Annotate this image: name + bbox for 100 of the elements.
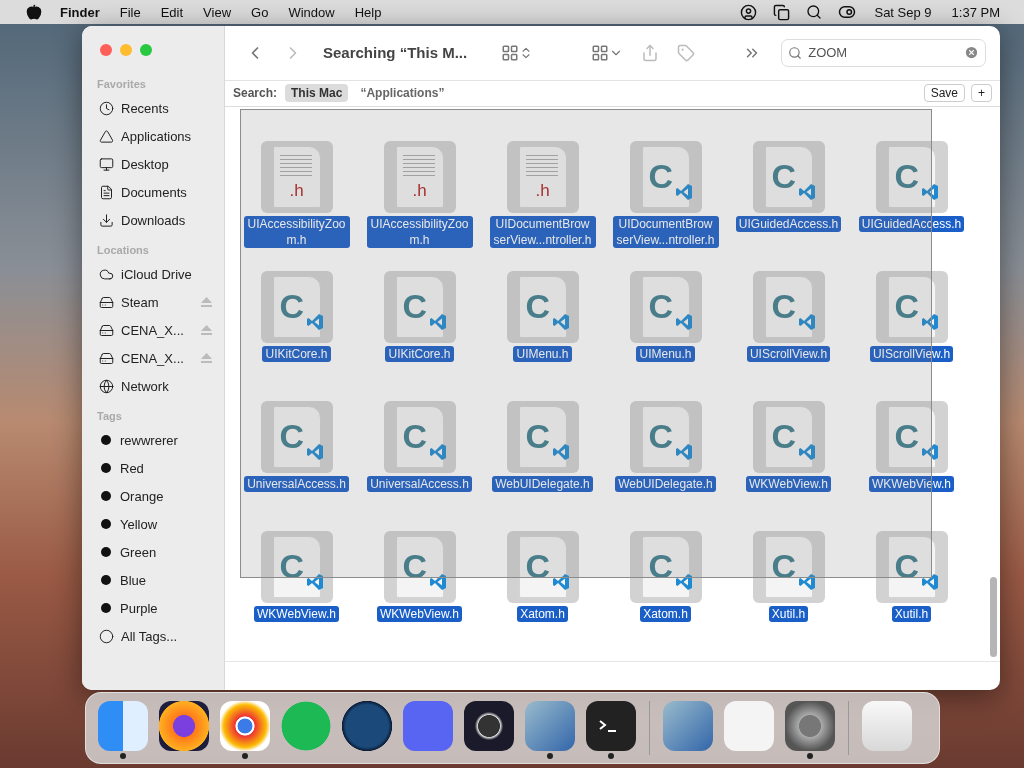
share-icon[interactable] [641, 43, 660, 62]
add-button[interactable]: + [971, 84, 992, 103]
file-icon[interactable]: .h [260, 141, 333, 214]
control-center-icon[interactable] [838, 3, 857, 21]
file-icon[interactable]: C [752, 401, 825, 474]
file-name[interactable]: UIAccessibilityZoom.h [243, 216, 350, 249]
menu-item[interactable]: Window [278, 4, 345, 20]
file-icon[interactable]: C [629, 401, 702, 474]
file-icon[interactable]: C [506, 531, 579, 604]
file-name[interactable]: UIScrollView.h [746, 346, 831, 363]
file-icon[interactable]: C [629, 141, 702, 214]
file-name[interactable]: WKWebView.h [869, 476, 954, 493]
file-name[interactable]: WebUIDelegate.h [492, 476, 593, 493]
sidebar-item[interactable]: Desktop [92, 150, 218, 178]
file-icon[interactable]: C [629, 531, 702, 604]
user-icon[interactable] [740, 3, 758, 21]
file-icon[interactable]: C [629, 271, 702, 344]
search-icon[interactable] [806, 4, 823, 20]
zoom-button[interactable] [140, 44, 152, 56]
file-name[interactable]: UIDocumentBrowserView...ntroller.h [612, 216, 719, 249]
file-name[interactable]: UIAccessibilityZoom.h [366, 216, 473, 249]
app-icon[interactable] [785, 701, 835, 751]
grid-view-icon[interactable] [501, 43, 520, 62]
file-icon[interactable]: C [752, 531, 825, 604]
file-name[interactable]: UIMenu.h [513, 346, 572, 363]
file-icon[interactable]: C [875, 271, 948, 344]
group-icon[interactable] [591, 43, 610, 62]
menu-date[interactable]: Sat Sep 9 [864, 4, 942, 20]
file-name[interactable]: Xutil.h [768, 606, 809, 623]
sidebar-item[interactable]: Blue [92, 566, 218, 594]
sidebar-item[interactable]: Applications [92, 122, 218, 150]
file-name[interactable]: UIMenu.h [636, 346, 695, 363]
sidebar-item[interactable]: Red [92, 454, 218, 482]
clear-icon[interactable] [964, 45, 979, 61]
sidebar-item[interactable]: CENA_X... [92, 344, 218, 372]
app-icon[interactable] [342, 701, 392, 751]
sidebar-item[interactable]: Network [92, 372, 218, 400]
apple-icon[interactable] [26, 4, 42, 20]
menu-clock[interactable]: 1:37 PM [941, 4, 1010, 20]
file-name[interactable]: UIScrollView.h [869, 346, 954, 363]
menu-item[interactable]: View [193, 4, 242, 20]
code-badge-icon [797, 183, 816, 202]
file-icon[interactable]: C [383, 271, 456, 344]
sidebar-item[interactable]: Recents [92, 94, 218, 122]
search-field[interactable]: ZOOM [781, 38, 986, 67]
sidebar-item[interactable]: CENA_X... [92, 316, 218, 344]
file-name[interactable]: WKWebView.h [377, 606, 462, 623]
sidebar-item[interactable]: rewwrerer [92, 426, 218, 454]
file-name[interactable]: UniversalAccess.h [244, 476, 349, 493]
file-icon[interactable]: C [506, 271, 579, 344]
file-name[interactable]: WebUIDelegate.h [615, 476, 716, 493]
file-name[interactable]: WKWebView.h [254, 606, 339, 623]
file-icon[interactable]: C [260, 401, 333, 474]
sidebar-item[interactable]: All Tags... [92, 622, 218, 650]
scope-tab[interactable]: This Mac [285, 84, 349, 103]
sidebar-item[interactable]: Green [92, 538, 218, 566]
sidebar-item[interactable]: Documents [92, 178, 218, 206]
tag-icon[interactable] [677, 43, 696, 62]
file-icon[interactable]: C [260, 271, 333, 344]
file-name[interactable]: UIDocumentBrowserView...ntroller.h [489, 216, 596, 249]
app-menu[interactable]: Finder [50, 4, 110, 20]
sidebar-item[interactable]: Orange [92, 482, 218, 510]
file-icon[interactable]: C [875, 141, 948, 214]
app-icon[interactable] [464, 701, 514, 751]
file-icon[interactable]: C [260, 531, 333, 604]
file-icon[interactable]: C [383, 531, 456, 604]
menu-item[interactable]: Go [241, 4, 279, 20]
file-icon[interactable]: C [752, 271, 825, 344]
file-name[interactable]: UIGuidedAccess.h [735, 216, 842, 233]
file-name[interactable]: WKWebView.h [746, 476, 831, 493]
sidebar-item[interactable]: Downloads [92, 206, 218, 234]
file-icon[interactable]: .h [383, 141, 456, 214]
sidebar-item[interactable]: Purple [92, 594, 218, 622]
sidebar-item[interactable]: iCloud Drive [92, 260, 218, 288]
file-name[interactable]: UniversalAccess.h [367, 476, 472, 493]
menu-item[interactable]: Help [344, 4, 392, 20]
close-button[interactable] [100, 44, 112, 56]
app-icon[interactable] [586, 701, 636, 751]
sidebar-item[interactable]: Steam [92, 288, 218, 316]
save-button[interactable]: Save [923, 84, 965, 103]
app-icon[interactable] [220, 701, 270, 751]
app-icon[interactable] [159, 701, 209, 751]
file-name[interactable]: Xutil.h [891, 606, 932, 623]
scrollbar[interactable] [990, 577, 997, 658]
file-name[interactable]: UIKitCore.h [385, 346, 454, 363]
sidebar-item[interactable]: Yellow [92, 510, 218, 538]
file-name[interactable]: UIGuidedAccess.h [858, 216, 965, 233]
file-icon[interactable]: C [383, 401, 456, 474]
file-icon[interactable]: C [752, 141, 825, 214]
menu-item[interactable]: File [109, 4, 151, 20]
file-icon[interactable]: C [875, 531, 948, 604]
scope-tab[interactable]: “Applications” [354, 84, 451, 103]
file-name[interactable]: UIKitCore.h [262, 346, 331, 363]
windows-icon[interactable] [773, 3, 791, 21]
menu-item[interactable]: Edit [150, 4, 194, 20]
file-icon[interactable]: C [506, 401, 579, 474]
file-name[interactable]: Xatom.h [517, 606, 568, 623]
file-name[interactable]: Xatom.h [640, 606, 691, 623]
file-icon[interactable]: .h [506, 141, 579, 214]
file-icon[interactable]: C [875, 401, 948, 474]
